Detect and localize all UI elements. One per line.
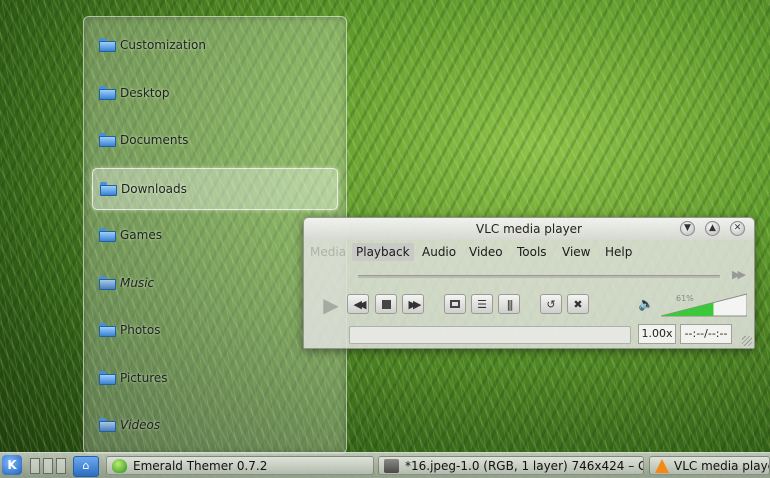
folder-item-videos[interactable]: Videos (92, 405, 336, 445)
video-folder-icon (99, 418, 116, 432)
playback-rate[interactable]: 1.00x (638, 324, 676, 344)
loop-icon: ↺ (546, 297, 556, 311)
minimize-button[interactable]: ▼ (680, 221, 695, 236)
maximize-button[interactable]: ▲ (705, 221, 720, 236)
vlc-window: VLC media player ▼ ▲ ✕ Media Playback Au… (303, 217, 755, 349)
task-emerald-themer[interactable]: Emerald Themer 0.7.2 (106, 456, 374, 475)
folder-label: Videos (120, 418, 161, 432)
menu-video[interactable]: Video (465, 243, 507, 261)
time-display[interactable]: --:--/--:-- (680, 324, 732, 344)
folder-item-music[interactable]: Music (92, 263, 336, 303)
home-folder-button[interactable]: ⌂ (73, 456, 99, 477)
folder-icon (99, 323, 116, 337)
folder-icon (99, 371, 116, 385)
volume-slider[interactable] (661, 293, 747, 317)
vlc-titlebar[interactable]: VLC media player ▼ ▲ ✕ (304, 218, 754, 240)
play-button[interactable]: ▶ (318, 292, 344, 318)
task-label: *16.jpeg-1.0 (RGB, 1 layer) 746x424 – GI (405, 459, 644, 473)
menu-media[interactable]: Media (306, 243, 350, 261)
fullscreen-button[interactable] (444, 294, 466, 314)
music-folder-icon (99, 276, 116, 290)
home-icon: ⌂ (82, 459, 90, 472)
folder-icon (99, 86, 116, 100)
resize-grip-icon[interactable] (742, 336, 752, 346)
menu-help[interactable]: Help (601, 243, 636, 261)
loop-button[interactable]: ↺ (540, 294, 562, 314)
menu-playback[interactable]: Playback (352, 243, 414, 261)
skip-back-icon: ◀◀ (353, 297, 367, 311)
menubar: Media Playback Audio Video Tools View He… (304, 242, 754, 262)
folder-item-desktop[interactable]: Desktop (92, 73, 336, 113)
skip-next-icon: ▶▶ (408, 297, 422, 311)
pager-desktop-1[interactable] (30, 458, 40, 474)
stop-button[interactable] (375, 294, 397, 314)
equalizer-icon: ||| (506, 297, 513, 311)
folder-label: Music (120, 276, 155, 290)
task-vlc[interactable]: VLC media player (649, 456, 770, 475)
folder-label: Downloads (121, 182, 187, 196)
folder-item-pictures[interactable]: Pictures (92, 358, 336, 398)
folder-icon (99, 38, 116, 52)
folder-label: Photos (120, 323, 161, 337)
task-label: Emerald Themer 0.7.2 (133, 459, 268, 473)
chevron-up-icon: ▲ (709, 223, 716, 233)
gimp-icon (384, 459, 399, 473)
skip-forward-icon: ▶▶ (732, 268, 746, 281)
playlist-button[interactable]: ☰ (471, 294, 493, 314)
chevron-down-icon: ▼ (684, 223, 691, 233)
folder-item-documents[interactable]: Documents (92, 120, 336, 160)
folder-label: Customization (120, 38, 206, 52)
status-bar (349, 326, 631, 344)
play-icon: ▶ (323, 293, 339, 317)
menu-view[interactable]: View (558, 243, 594, 261)
kmenu-button[interactable]: K (2, 455, 22, 475)
menu-audio[interactable]: Audio (418, 243, 460, 261)
folder-item-games[interactable]: Games (92, 215, 336, 255)
shuffle-button[interactable]: ✖ (567, 294, 589, 314)
pager-desktop-2[interactable] (43, 458, 53, 474)
pager-desktop-3[interactable] (56, 458, 66, 474)
shuffle-icon: ✖ (573, 297, 583, 311)
folder-label: Games (120, 228, 162, 242)
vlc-cone-icon (655, 459, 669, 473)
task-gimp-image[interactable]: *16.jpeg-1.0 (RGB, 1 layer) 746x424 – GI (378, 456, 644, 475)
fullscreen-icon (450, 300, 460, 308)
next-button[interactable]: ▶▶ (402, 294, 424, 314)
folder-label: Desktop (120, 86, 170, 100)
previous-button[interactable]: ◀◀ (347, 294, 369, 314)
folder-label: Pictures (120, 371, 168, 385)
folder-icon (99, 133, 116, 147)
stop-icon (381, 299, 391, 309)
folder-icon (100, 182, 117, 196)
menu-tools[interactable]: Tools (513, 243, 551, 261)
seek-slider[interactable] (358, 275, 720, 278)
folder-item-downloads[interactable]: Downloads (92, 168, 338, 210)
folder-item-photos[interactable]: Photos (92, 310, 336, 350)
close-button[interactable]: ✕ (730, 221, 745, 236)
folder-icon (99, 228, 116, 242)
task-label: VLC media player (674, 459, 770, 473)
close-icon: ✕ (733, 223, 742, 233)
volume-percent: 61% (676, 294, 694, 303)
emerald-icon (112, 459, 127, 473)
folder-label: Documents (120, 133, 189, 147)
taskbar: K ⌂ Emerald Themer 0.7.2 *16.jpeg-1.0 (R… (0, 452, 770, 478)
playlist-icon: ☰ (477, 297, 487, 311)
folder-item-customization[interactable]: Customization (92, 25, 336, 65)
extended-settings-button[interactable]: ||| (498, 294, 520, 314)
speaker-icon[interactable]: 🔈 (638, 297, 654, 312)
